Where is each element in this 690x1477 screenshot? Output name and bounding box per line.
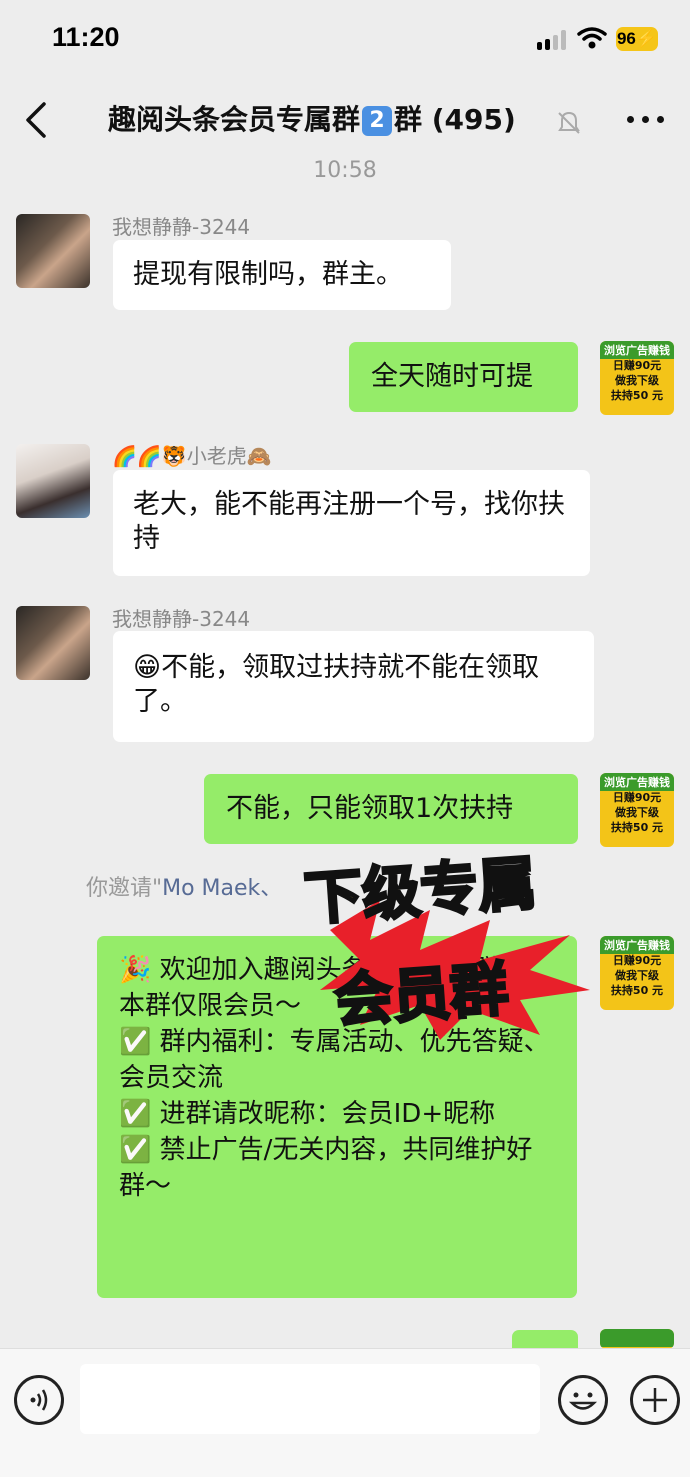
wifi-icon xyxy=(577,27,607,49)
avatar[interactable] xyxy=(16,606,90,680)
input-bar xyxy=(0,1348,690,1477)
charging-icon: ⚡ xyxy=(635,29,658,48)
signal-icon xyxy=(537,30,567,50)
more-functions-button[interactable] xyxy=(630,1375,680,1425)
invited-user-link[interactable]: Mo Maek、 xyxy=(162,876,282,901)
message-bubble[interactable]: 老大，能不能再注册一个号，找你扶持 xyxy=(113,470,590,576)
status-bar: 11:20 96⚡ xyxy=(0,0,690,80)
message-input[interactable] xyxy=(80,1364,540,1434)
status-time: 11:20 xyxy=(52,22,120,52)
sender-name: 🌈🌈🐯小老虎🙈 xyxy=(112,444,272,468)
plus-icon xyxy=(643,1388,667,1412)
sender-name: 我想静静-3244 xyxy=(112,215,251,239)
avatar-ad-line2: 日赚90元 xyxy=(612,359,662,372)
message-bubble-own[interactable]: 全天随时可提 xyxy=(349,342,578,412)
mute-bell-icon xyxy=(558,111,580,134)
emoji-button[interactable] xyxy=(558,1375,608,1425)
system-invite-notice: 你邀请"Mo Maek、 xyxy=(86,870,282,902)
voice-icon xyxy=(30,1389,48,1411)
battery-level: 96 xyxy=(616,29,636,48)
avatar-ad-line3: 做我下级 xyxy=(615,806,659,819)
avatar-ad-line2: 日赚90元 xyxy=(612,791,662,804)
message-bubble[interactable]: 😁不能，领取过扶持就不能在领取了。 xyxy=(113,631,594,742)
own-avatar[interactable]: 浏览广告赚钱 日赚90元做我下级扶持50 元 xyxy=(600,773,674,847)
avatar-ad-line4: 扶持50 元 xyxy=(610,389,664,402)
message-timestamp: 10:58 xyxy=(313,158,377,183)
battery-indicator: 96⚡ xyxy=(616,27,658,51)
own-avatar[interactable] xyxy=(600,1329,674,1349)
system-text: 你邀请" xyxy=(86,876,163,901)
back-arrow-icon[interactable] xyxy=(20,100,54,140)
avatar[interactable] xyxy=(16,214,90,288)
avatar-ad-line3: 做我下级 xyxy=(615,374,659,387)
avatar-ad-line4: 扶持50 元 xyxy=(610,821,664,834)
number-badge: 2 xyxy=(362,106,393,136)
chat-title-prefix: 趣阅头条会员专属群 xyxy=(108,103,361,136)
own-avatar[interactable]: 浏览广告赚钱 日赚90元做我下级扶持50 元 xyxy=(600,341,674,415)
voice-input-button[interactable] xyxy=(14,1375,64,1425)
overlay-line1: 下级专属 xyxy=(301,847,540,934)
sender-name: 我想静静-3244 xyxy=(112,607,251,631)
message-bubble-own[interactable]: 不能，只能领取1次扶持 xyxy=(204,774,578,844)
promo-overlay: 下级专属 会员群 xyxy=(290,840,620,1040)
message-bubble[interactable]: 提现有限制吗，群主。 xyxy=(113,240,451,310)
avatar[interactable] xyxy=(16,444,90,518)
avatar-ad-line1: 浏览广告赚钱 xyxy=(604,344,670,357)
avatar-ad-line1: 浏览广告赚钱 xyxy=(604,776,670,789)
chat-title-suffix: 群 (495) xyxy=(394,103,516,136)
more-options-button[interactable] xyxy=(627,116,667,126)
emoji-icon xyxy=(568,1392,598,1410)
overlay-line2: 会员群 xyxy=(331,954,512,1037)
chat-title: 趣阅头条会员专属群 2 群 (495) xyxy=(108,98,516,138)
nav-bar: 趣阅头条会员专属群 2 群 (495) xyxy=(0,80,690,160)
